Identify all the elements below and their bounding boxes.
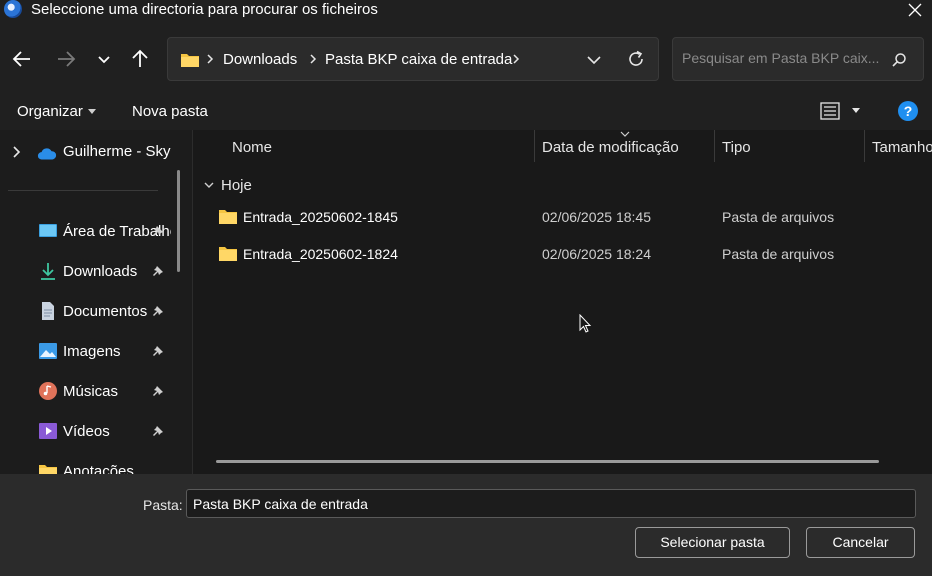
chevron-down-icon: [98, 56, 110, 64]
forward-button[interactable]: [54, 47, 78, 71]
pin-icon[interactable]: [152, 385, 164, 397]
pin-icon[interactable]: [152, 425, 164, 437]
nav-item-documents[interactable]: Documentos: [0, 291, 176, 331]
title-bar: Seleccione uma directoria para procurar …: [0, 0, 932, 20]
pin-icon[interactable]: [152, 265, 164, 277]
column-divider[interactable]: [534, 130, 535, 162]
nav-label: Vídeos: [63, 423, 110, 440]
download-icon: [41, 263, 55, 280]
cloud-icon: [37, 148, 57, 160]
app-icon: [4, 0, 22, 18]
column-header-name[interactable]: Nome: [232, 139, 272, 156]
pin-icon[interactable]: [152, 345, 164, 357]
close-icon: [908, 3, 922, 17]
pin-icon[interactable]: [152, 305, 164, 317]
file-row[interactable]: Entrada_20250602-1845 02/06/2025 18:45 P…: [193, 200, 932, 234]
file-type: Pasta de arquivos: [722, 246, 835, 262]
arrow-up-icon: [132, 49, 148, 67]
window-title: Seleccione uma directoria para procurar …: [31, 1, 378, 18]
nav-label: Guilherme - Skype: [63, 143, 171, 160]
recent-locations-button[interactable]: [92, 47, 116, 71]
dialog-footer: Pasta: Selecionar pasta Cancelar: [0, 474, 932, 576]
horizontal-scrollbar[interactable]: [216, 460, 879, 463]
column-header-size[interactable]: Tamanho: [872, 139, 932, 156]
chevron-down-icon: [204, 182, 214, 188]
column-divider[interactable]: [864, 130, 865, 162]
breadcrumb-current-folder[interactable]: Pasta BKP caixa de entrada: [325, 51, 512, 68]
address-bar[interactable]: Downloads Pasta BKP caixa de entrada: [167, 37, 659, 81]
arrow-left-icon: [12, 51, 30, 67]
nav-divider: [8, 190, 158, 191]
chevron-right-icon: [513, 54, 520, 64]
expand-chevron-icon[interactable]: [11, 145, 21, 159]
group-header-today[interactable]: Hoje: [203, 176, 303, 196]
file-type: Pasta de arquivos: [722, 209, 835, 225]
arrow-right-icon: [58, 51, 76, 67]
search-icon[interactable]: [891, 52, 907, 68]
nav-item-desktop[interactable]: Área de Trabalho: [0, 211, 176, 251]
nav-item-videos[interactable]: Vídeos: [0, 411, 176, 451]
caret-down-icon: [852, 108, 860, 113]
nav-item-notes[interactable]: Anotações: [0, 451, 176, 474]
file-date: 02/06/2025 18:24: [542, 246, 651, 262]
file-row[interactable]: Entrada_20250602-1824 02/06/2025 18:24 P…: [193, 237, 932, 271]
back-button[interactable]: [10, 47, 34, 71]
nav-item-downloads[interactable]: Downloads: [0, 251, 176, 291]
address-history-chevron-icon[interactable]: [586, 53, 602, 67]
chevron-right-icon: [310, 54, 317, 64]
search-input[interactable]: [682, 50, 882, 66]
folder-icon: [181, 54, 199, 67]
close-button[interactable]: [898, 0, 932, 20]
nav-label: Imagens: [63, 343, 121, 360]
column-header-date[interactable]: Data de modificação: [542, 139, 679, 156]
column-divider[interactable]: [714, 130, 715, 162]
pin-icon[interactable]: [152, 225, 164, 237]
details-view-icon: [820, 102, 840, 120]
folder-icon: [219, 247, 237, 261]
pictures-icon: [39, 343, 57, 359]
change-view-button[interactable]: [820, 102, 864, 122]
folder-name-field[interactable]: [186, 489, 916, 518]
documents-icon: [42, 302, 54, 320]
cancel-button[interactable]: Cancelar: [806, 527, 915, 558]
sort-indicator-icon: [620, 131, 630, 137]
mouse-cursor-icon: [579, 314, 592, 333]
organize-menu-button[interactable]: Organizar: [17, 103, 96, 120]
nav-label: Músicas: [63, 383, 119, 400]
folder-label: Pasta:: [143, 497, 183, 513]
breadcrumb-downloads[interactable]: Downloads: [223, 51, 297, 68]
nav-scrollbar[interactable]: [177, 170, 180, 272]
file-name: Entrada_20250602-1824: [243, 246, 398, 262]
videos-icon: [39, 423, 57, 439]
refresh-icon[interactable]: [626, 49, 646, 69]
nav-item-music[interactable]: Músicas: [0, 371, 176, 411]
group-label: Hoje: [221, 177, 252, 194]
navigation-row: Downloads Pasta BKP caixa de entrada: [0, 20, 932, 93]
navigation-pane: Guilherme - Skype Área de Trabalho Downl…: [0, 130, 192, 474]
nav-label: Documentos: [63, 303, 148, 320]
column-header-type[interactable]: Tipo: [722, 139, 751, 156]
caret-down-icon: [87, 109, 96, 114]
file-name: Entrada_20250602-1845: [243, 209, 398, 225]
file-date: 02/06/2025 18:45: [542, 209, 651, 225]
command-bar: Organizar Nova pasta ?: [0, 93, 932, 130]
help-button[interactable]: ?: [898, 101, 918, 121]
new-folder-button[interactable]: Nova pasta: [132, 103, 208, 120]
up-button[interactable]: [128, 47, 152, 71]
folder-icon: [39, 465, 57, 474]
nav-label: Downloads: [63, 263, 138, 280]
file-list: Nome Data de modificação Tipo Tamanho Ho…: [193, 130, 932, 474]
folder-icon: [219, 210, 237, 224]
nav-item-pictures[interactable]: Imagens: [0, 331, 176, 371]
organize-label: Organizar: [17, 103, 83, 120]
desktop-icon: [39, 224, 57, 237]
music-icon: [39, 382, 57, 400]
nav-label: Anotações: [63, 463, 134, 474]
search-box[interactable]: [672, 37, 924, 81]
chevron-right-icon: [207, 54, 214, 64]
nav-item-onedrive[interactable]: Guilherme - Skype: [0, 131, 176, 171]
select-folder-button[interactable]: Selecionar pasta: [635, 527, 790, 558]
